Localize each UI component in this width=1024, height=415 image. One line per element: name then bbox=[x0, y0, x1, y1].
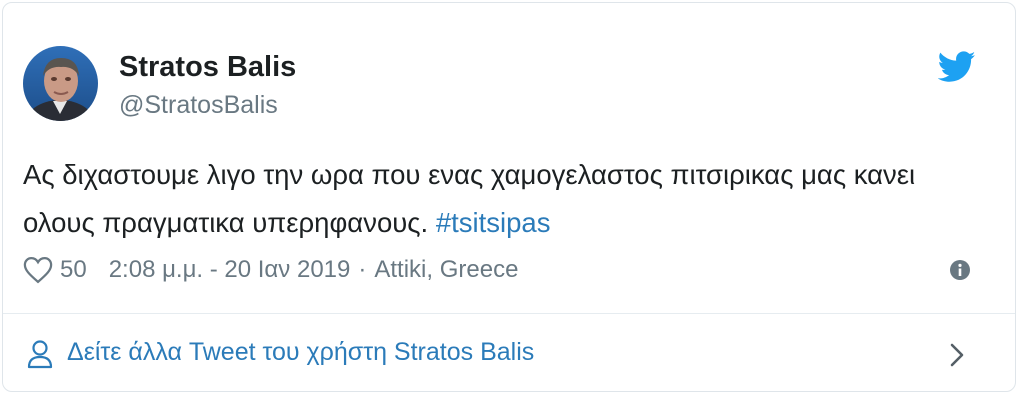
heart-icon[interactable] bbox=[23, 256, 53, 284]
twitter-bird-icon[interactable] bbox=[937, 51, 976, 83]
author-name[interactable]: Stratos Balis bbox=[119, 51, 296, 84]
embedded-tweet-card: Stratos Balis @StratosBalis Ας διχαστουμ… bbox=[2, 2, 1016, 392]
author-handle[interactable]: @StratosBalis bbox=[119, 91, 278, 120]
hashtag-link[interactable]: #tsitsipas bbox=[436, 207, 551, 238]
avatar-image bbox=[23, 46, 98, 121]
tweet-text: Ας διχαστουμε λιγο την ωρα που ενας χαμο… bbox=[23, 151, 983, 247]
more-tweets-label: Δείτε άλλα Tweet του χρήστη Stratos Bali… bbox=[67, 338, 535, 366]
avatar[interactable] bbox=[23, 46, 98, 121]
like-count[interactable]: 50 bbox=[60, 256, 87, 284]
meta-separator: · bbox=[358, 256, 367, 283]
tweet-timestamp[interactable]: 2:08 μ.μ. - 20 Ιαν 2019 bbox=[109, 256, 351, 284]
info-icon[interactable] bbox=[949, 259, 971, 281]
tweet-meta: 50 2:08 μ.μ. - 20 Ιαν 2019 · Attiki, Gre… bbox=[23, 254, 518, 286]
person-icon bbox=[27, 339, 53, 369]
chevron-right-icon bbox=[947, 341, 967, 369]
more-tweets-link[interactable]: Δείτε άλλα Tweet του χρήστη Stratos Bali… bbox=[3, 314, 1015, 391]
tweet-location[interactable]: Attiki, Greece bbox=[374, 256, 518, 284]
